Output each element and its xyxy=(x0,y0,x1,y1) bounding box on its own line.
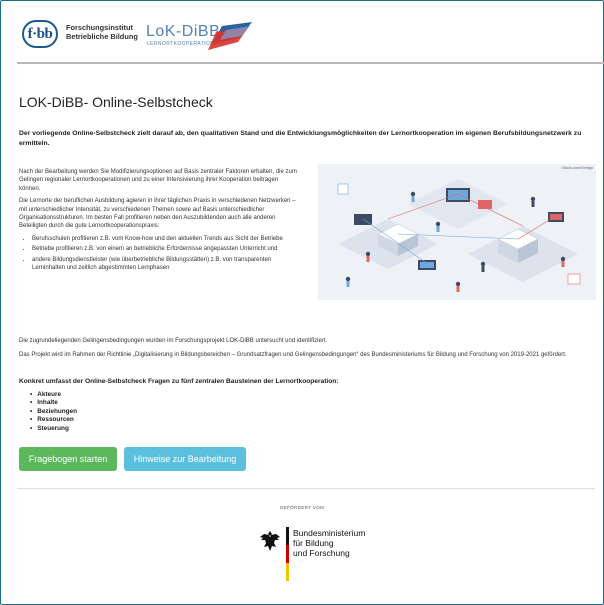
funding-paragraph: Das Projekt wird im Rahmen der Richtlini… xyxy=(19,352,567,358)
lok-dibb-logo-subtitle: LERNORTKOOPERATION xyxy=(147,41,215,47)
fbb-logo-text: f·bb xyxy=(27,25,53,42)
fbb-org-line-2: Betriebliche Bildung xyxy=(66,32,138,41)
block-item: Ressourcen xyxy=(30,416,77,424)
block-item: Akteure xyxy=(30,391,77,399)
benefit-item: Berufsschulen profitieren z.B. vom Know-… xyxy=(32,235,301,243)
ministry-line-3: und Forschung xyxy=(293,548,350,558)
fbb-org-line-1: Forschungsinstitut xyxy=(66,23,133,32)
german-flag-stripe xyxy=(286,527,289,581)
footer-divider xyxy=(17,488,595,489)
conditions-paragraph: Die zugrundeliegenden Gelingensbedingung… xyxy=(19,338,328,344)
site-header: f·bb Forschungsinstitut Betriebliche Bil… xyxy=(8,8,598,60)
ministry-line-1: Bundesministerium xyxy=(293,528,366,538)
federal-eagle-icon xyxy=(260,531,280,551)
ministry-line-2: für Bildung xyxy=(293,538,334,548)
page-title: LOK-DiBB- Online-Selbstcheck xyxy=(19,94,213,110)
image-credit: iStock.com/Vertigo xyxy=(561,166,593,170)
page-frame xyxy=(0,0,604,605)
intro-paragraph-2: Die Lernorte der beruflichen Ausbildung … xyxy=(19,198,296,230)
benefit-item: andere Bildungsdienstleister (wie überbe… xyxy=(32,256,301,273)
benefits-list: Berufsschulen profitieren z.B. vom Know-… xyxy=(32,235,301,273)
lok-swoosh-icon xyxy=(208,22,252,50)
ministry-wordmark[interactable]: Bundesministerium für Bildung und Forsch… xyxy=(293,528,365,558)
lead-paragraph: Der vorliegende Online-Selbstcheck zielt… xyxy=(19,130,582,147)
start-questionnaire-button[interactable]: Fragebogen starten xyxy=(19,447,117,471)
benefit-item: Betriebe profitieren z.B. von einem an b… xyxy=(32,245,301,253)
editing-hints-button[interactable]: Hinweise zur Bearbeitung xyxy=(124,447,246,471)
block-item: Inhalte xyxy=(30,399,77,407)
block-item: Beziehungen xyxy=(30,408,77,416)
isometric-network-image xyxy=(318,164,596,300)
block-item: Steuerung xyxy=(30,425,77,433)
blocks-heading: Konkret umfasst der Online-Selbstcheck F… xyxy=(19,378,339,385)
intro-paragraph-1: Nach der Bearbeitung werden Sie Modifizi… xyxy=(19,169,297,192)
funded-by-label: GEFÖRDERT VOM xyxy=(279,505,325,510)
network-illustration: iStock.com/Vertigo xyxy=(318,164,596,300)
building-blocks-list: Akteure Inhalte Beziehungen Ressourcen S… xyxy=(30,391,77,433)
intro-text: Nach der Bearbeitung werden Sie Modifizi… xyxy=(19,168,301,274)
fbb-org-name: Forschungsinstitut Betriebliche Bildung xyxy=(66,23,138,41)
lok-dibb-logo[interactable]: LoK-DiBB LERNORTKOOPERATION xyxy=(146,20,252,54)
header-divider xyxy=(17,62,604,64)
fbb-logo[interactable]: f·bb xyxy=(22,20,58,48)
